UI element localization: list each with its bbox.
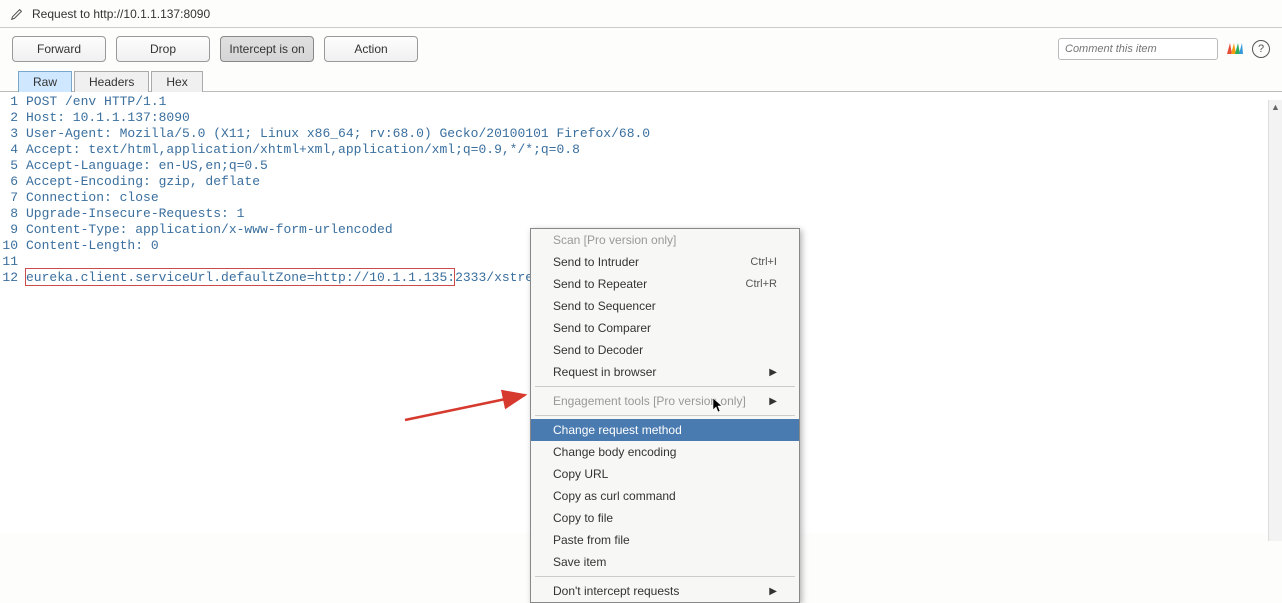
- request-title: Request to http://10.1.1.137:8090: [32, 7, 210, 21]
- menu-change-method[interactable]: Change request method: [531, 419, 799, 441]
- code-line[interactable]: Host: 10.1.1.137:8090: [22, 110, 1282, 126]
- menu-send-sequencer[interactable]: Send to Sequencer: [531, 295, 799, 317]
- help-icon[interactable]: ?: [1252, 40, 1270, 58]
- action-button[interactable]: Action: [324, 36, 418, 62]
- tab-headers[interactable]: Headers: [74, 71, 149, 92]
- menu-copy-url[interactable]: Copy URL: [531, 463, 799, 485]
- menu-engagement: Engagement tools [Pro version only]▶: [531, 390, 799, 412]
- tab-raw[interactable]: Raw: [18, 71, 72, 92]
- menu-change-body[interactable]: Change body encoding: [531, 441, 799, 463]
- code-line[interactable]: Upgrade-Insecure-Requests: 1: [22, 206, 1282, 222]
- drop-button[interactable]: Drop: [116, 36, 210, 62]
- menu-request-browser[interactable]: Request in browser▶: [531, 361, 799, 383]
- edit-icon: [10, 7, 24, 21]
- menu-dont-intercept[interactable]: Don't intercept requests▶: [531, 580, 799, 602]
- menu-send-intruder[interactable]: Send to IntruderCtrl+I: [531, 251, 799, 273]
- menu-separator: [535, 576, 795, 577]
- line-number: 3: [0, 126, 22, 142]
- comment-input[interactable]: [1058, 38, 1218, 60]
- line-number: 5: [0, 158, 22, 174]
- line-number: 6: [0, 174, 22, 190]
- line-number: 7: [0, 190, 22, 206]
- forward-button[interactable]: Forward: [12, 36, 106, 62]
- line-number: 4: [0, 142, 22, 158]
- menu-save-item[interactable]: Save item: [531, 551, 799, 573]
- line-number: 12: [0, 270, 22, 286]
- menu-copy-file[interactable]: Copy to file: [531, 507, 799, 529]
- line-number: 9: [0, 222, 22, 238]
- line-number: 8: [0, 206, 22, 222]
- menu-separator: [535, 386, 795, 387]
- menu-send-repeater[interactable]: Send to RepeaterCtrl+R: [531, 273, 799, 295]
- highlighted-line-box: [25, 268, 455, 286]
- code-line[interactable]: Accept-Language: en-US,en;q=0.5: [22, 158, 1282, 174]
- code-line[interactable]: POST /env HTTP/1.1: [22, 94, 1282, 110]
- line-number: 10: [0, 238, 22, 254]
- menu-copy-curl[interactable]: Copy as curl command: [531, 485, 799, 507]
- highlight-icon[interactable]: [1226, 40, 1244, 58]
- scroll-up-icon[interactable]: ▲: [1269, 100, 1282, 114]
- line-number: 11: [0, 254, 22, 270]
- menu-send-decoder[interactable]: Send to Decoder: [531, 339, 799, 361]
- menu-scan: Scan [Pro version only]: [531, 229, 799, 251]
- menu-paste-file[interactable]: Paste from file: [531, 529, 799, 551]
- tab-hex[interactable]: Hex: [151, 71, 202, 92]
- menu-separator: [535, 415, 795, 416]
- code-line[interactable]: Connection: close: [22, 190, 1282, 206]
- code-line[interactable]: Accept-Encoding: gzip, deflate: [22, 174, 1282, 190]
- scrollbar[interactable]: ▲: [1268, 100, 1282, 541]
- line-number: 2: [0, 110, 22, 126]
- context-menu: Scan [Pro version only] Send to Intruder…: [530, 228, 800, 603]
- code-line[interactable]: User-Agent: Mozilla/5.0 (X11; Linux x86_…: [22, 126, 1282, 142]
- line-number: 1: [0, 94, 22, 110]
- code-line[interactable]: Accept: text/html,application/xhtml+xml,…: [22, 142, 1282, 158]
- menu-send-comparer[interactable]: Send to Comparer: [531, 317, 799, 339]
- intercept-toggle[interactable]: Intercept is on: [220, 36, 314, 62]
